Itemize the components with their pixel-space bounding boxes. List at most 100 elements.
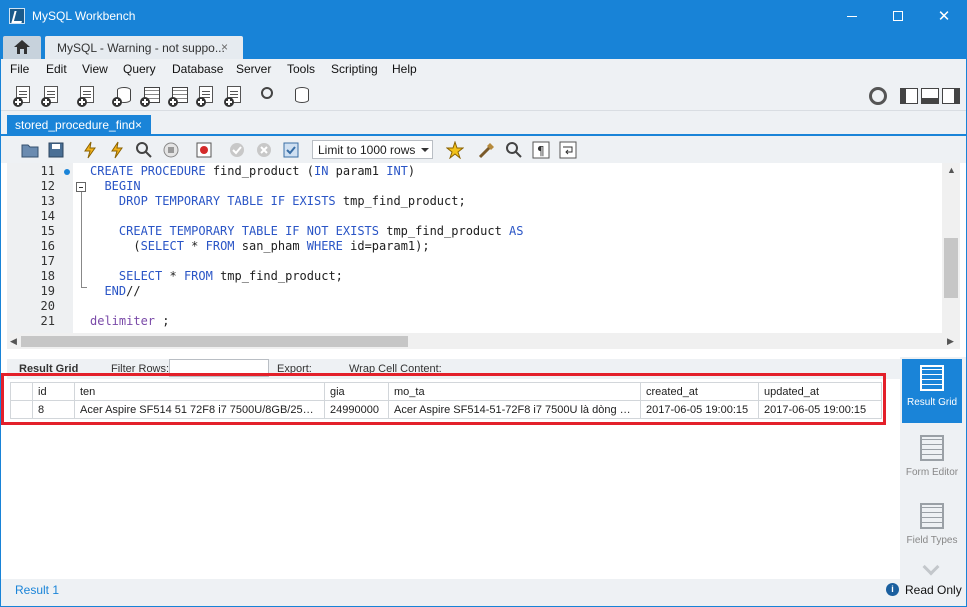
- autocommit-icon[interactable]: [282, 141, 300, 159]
- line-number: 12: [40, 179, 55, 193]
- scroll-thumb[interactable]: [944, 238, 958, 298]
- maximize-icon: [893, 11, 903, 21]
- toggle-error-stop-icon[interactable]: [195, 141, 213, 159]
- commit-icon[interactable]: [228, 141, 246, 159]
- result-1-tab[interactable]: Result 1: [15, 583, 59, 597]
- invisible-chars-icon[interactable]: ¶: [532, 141, 550, 159]
- line-number: 11: [40, 164, 55, 178]
- create-function-icon[interactable]: [224, 85, 246, 107]
- editor-tab-stored-procedure[interactable]: stored_procedure_find ×: [7, 115, 151, 136]
- editor-tab-close-icon[interactable]: ×: [135, 118, 142, 132]
- toggle-secondary-sidebar-icon[interactable]: [942, 88, 960, 104]
- new-sql-tab-icon[interactable]: [13, 85, 35, 107]
- code-line: CREATE TEMPORARY TABLE IF NOT EXISTS tmp…: [118, 224, 524, 238]
- line-number: 19: [40, 284, 55, 298]
- fold-guide: [81, 192, 82, 288]
- fold-toggle-icon[interactable]: [76, 182, 86, 192]
- side-button-label: Form Editor: [905, 467, 959, 478]
- menu-server[interactable]: Server: [236, 62, 271, 76]
- connection-tab[interactable]: MySQL - Warning - not suppo... ×: [45, 36, 243, 59]
- mysql-workbench-window: MySQL Workbench ✕ MySQL - Warning - not …: [0, 0, 967, 607]
- fold-guide-end: [81, 287, 87, 288]
- field-types-icon: [920, 503, 944, 529]
- home-tab[interactable]: [3, 36, 41, 59]
- code-line: BEGIN: [104, 179, 141, 193]
- scroll-up-icon[interactable]: ▲: [947, 165, 956, 175]
- code-line: END//: [104, 284, 141, 298]
- line-number: 13: [40, 194, 55, 208]
- window-title: MySQL Workbench: [32, 9, 136, 23]
- form-editor-icon: [920, 435, 944, 461]
- save-icon[interactable]: [47, 141, 65, 159]
- editor-vertical-scrollbar[interactable]: ▲: [942, 163, 960, 333]
- minimize-button[interactable]: [829, 1, 875, 32]
- info-icon: i: [886, 583, 899, 596]
- inspector-icon[interactable]: [77, 85, 99, 107]
- form-editor-view-button[interactable]: Form Editor: [902, 429, 962, 493]
- editor-horizontal-scrollbar[interactable]: ◀ ▶: [7, 333, 960, 349]
- menu-view[interactable]: View: [82, 62, 108, 76]
- line-number: 16: [40, 239, 55, 253]
- line-number: 17: [40, 254, 55, 268]
- menu-scripting[interactable]: Scripting: [331, 62, 378, 76]
- code-line: SELECT * FROM tmp_find_product;: [118, 269, 343, 283]
- workbench-logo-icon: [9, 8, 25, 24]
- create-schema-icon[interactable]: [112, 85, 134, 107]
- menu-help[interactable]: Help: [392, 62, 417, 76]
- side-button-label: Field Types: [906, 535, 958, 546]
- limit-rows-value: Limit to 1000 rows: [318, 143, 416, 157]
- read-only-label: Read Only: [905, 583, 962, 597]
- reconnect-icon[interactable]: [290, 85, 312, 107]
- title-bar: MySQL Workbench ✕: [1, 1, 966, 32]
- execute-icon[interactable]: [81, 141, 99, 159]
- editor-tab-strip: stored_procedure_find ×: [1, 111, 966, 136]
- create-procedure-icon[interactable]: [196, 85, 218, 107]
- scroll-left-icon[interactable]: ◀: [10, 336, 17, 347]
- open-sql-script-icon[interactable]: [41, 85, 63, 107]
- toggle-output-icon[interactable]: [921, 88, 939, 104]
- minimize-icon: [847, 16, 857, 17]
- limit-rows-select[interactable]: Limit to 1000 rows: [312, 140, 433, 159]
- sql-editor[interactable]: 11 12 13 14 15 16 17 18 19 20 21 CREATE …: [7, 163, 960, 333]
- stop-icon[interactable]: [162, 141, 180, 159]
- find-icon[interactable]: [505, 141, 523, 159]
- create-table-icon[interactable]: [140, 85, 162, 107]
- explain-icon[interactable]: [135, 141, 153, 159]
- toggle-sidebar-icon[interactable]: [900, 88, 918, 104]
- open-file-icon[interactable]: [21, 141, 39, 159]
- chevron-down-icon: [421, 148, 429, 152]
- code-line: DROP TEMPORARY TABLE IF EXISTS tmp_find_…: [118, 194, 466, 208]
- svg-text:¶: ¶: [537, 144, 545, 158]
- menu-query[interactable]: Query: [123, 62, 156, 76]
- result-side-panel: Result Grid Form Editor Field Types: [900, 357, 966, 581]
- code-line: delimiter ;: [90, 314, 170, 328]
- field-types-view-button[interactable]: Field Types: [902, 497, 962, 561]
- search-table-data-icon[interactable]: [257, 85, 279, 107]
- menu-edit[interactable]: Edit: [46, 62, 67, 76]
- menu-file[interactable]: File: [10, 62, 29, 76]
- beautify-icon[interactable]: [478, 141, 496, 159]
- connection-tab-close-icon[interactable]: ×: [221, 40, 228, 54]
- scroll-right-icon[interactable]: ▶: [947, 336, 954, 347]
- create-view-icon[interactable]: [168, 85, 190, 107]
- red-highlight-box: [1, 373, 886, 425]
- menu-database[interactable]: Database: [172, 62, 223, 76]
- close-button[interactable]: ✕: [921, 1, 966, 32]
- menu-bar: File Edit View Query Database Server Too…: [1, 59, 966, 81]
- rollback-icon[interactable]: [255, 141, 273, 159]
- main-toolbar: [1, 81, 966, 111]
- execute-current-statement-icon[interactable]: [108, 141, 126, 159]
- menu-tools[interactable]: Tools: [287, 62, 315, 76]
- line-number: 14: [40, 209, 55, 223]
- settings-gear-icon[interactable]: [869, 87, 887, 105]
- result-status-bar: Result 1 i Read Only: [1, 579, 966, 606]
- scroll-thumb[interactable]: [21, 336, 408, 347]
- add-snippet-icon[interactable]: [446, 141, 464, 159]
- line-number: 18: [40, 269, 55, 283]
- editor-tab-label: stored_procedure_find: [15, 118, 136, 132]
- side-button-label: Result Grid: [906, 397, 957, 408]
- result-grid-icon: [920, 365, 944, 391]
- word-wrap-icon[interactable]: [559, 141, 577, 159]
- result-grid-view-button[interactable]: Result Grid: [902, 359, 962, 423]
- maximize-button[interactable]: [875, 1, 921, 32]
